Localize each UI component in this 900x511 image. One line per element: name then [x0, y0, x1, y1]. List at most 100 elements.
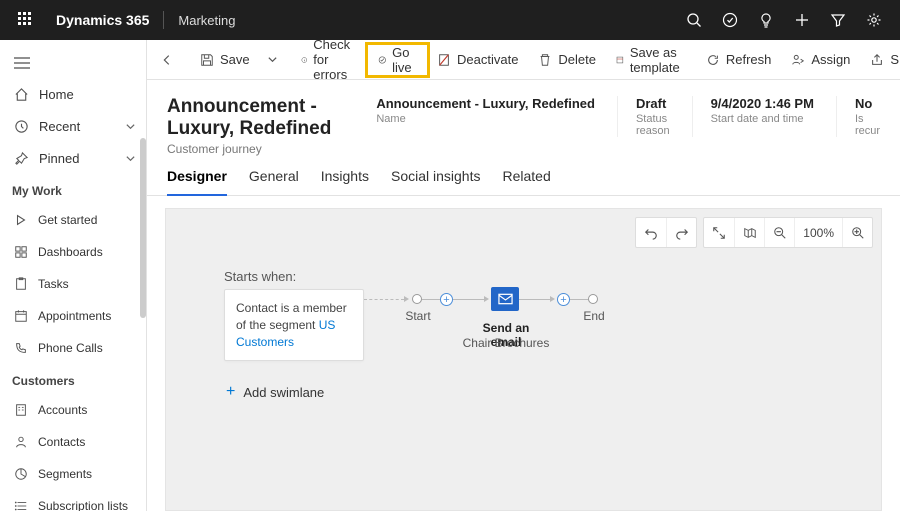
gear-icon [866, 12, 882, 28]
nav-label: Recent [39, 119, 80, 134]
nav-contacts[interactable]: Contacts [0, 426, 146, 458]
nav-label: Appointments [38, 309, 111, 323]
field-value: 9/4/2020 1:46 PM [711, 96, 814, 111]
deactivate-button[interactable]: Deactivate [428, 46, 527, 74]
zoom-level[interactable]: 100% [794, 218, 842, 247]
task-icon [722, 12, 738, 28]
form-tabs: Designer General Insights Social insight… [147, 156, 900, 196]
nav-label: Segments [38, 467, 92, 481]
expand-icon [712, 226, 726, 240]
zoom-in-icon [851, 226, 865, 240]
connector [453, 299, 486, 300]
cmd-label: Go live [392, 45, 417, 75]
assign-icon [791, 53, 805, 67]
hamburger-icon [14, 57, 30, 69]
save-as-template-button[interactable]: Save as template [607, 46, 695, 74]
pin-icon [14, 151, 29, 166]
save-options-button[interactable] [261, 46, 284, 74]
nav-tasks[interactable]: Tasks [0, 268, 146, 300]
nav-dashboards[interactable]: Dashboards [0, 236, 146, 268]
field-value: Announcement - Luxury, Redefined [376, 96, 595, 111]
settings-button[interactable] [858, 0, 890, 40]
search-icon [686, 12, 702, 28]
nav-accounts[interactable]: Accounts [0, 394, 146, 426]
nav-section-customers: Customers [0, 364, 146, 394]
cmd-label: Assign [811, 52, 850, 67]
field-recurring: No Is recur [836, 96, 880, 137]
add-swimlane-button[interactable]: + Add swimlane [226, 384, 324, 400]
map-icon [743, 226, 757, 240]
record-subtitle: Customer journey [167, 142, 352, 156]
fit-button[interactable] [704, 218, 734, 247]
nav-label: Get started [38, 213, 97, 227]
clock-icon [14, 119, 29, 134]
check-errors-button[interactable]: Check for errors [292, 46, 367, 74]
nav-subscription-lists[interactable]: Subscription lists [0, 490, 146, 511]
nav-label: Contacts [38, 435, 85, 449]
tab-general[interactable]: General [249, 168, 299, 195]
end-node[interactable] [588, 294, 598, 304]
nav-pinned[interactable]: Pinned [0, 142, 146, 174]
nav-home[interactable]: Home [0, 78, 146, 110]
journey-canvas[interactable]: 100% Starts when: Contact is a member of… [165, 208, 882, 511]
redo-button[interactable] [666, 218, 696, 247]
cmd-label: Save as template [630, 45, 686, 75]
nav-phone-calls[interactable]: Phone Calls [0, 332, 146, 364]
nav-label: Dashboards [38, 245, 103, 259]
add-node-button[interactable]: + [557, 293, 570, 306]
task-button[interactable] [714, 0, 746, 40]
end-node-label: End [581, 309, 607, 323]
undo-button[interactable] [636, 218, 666, 247]
nav-segments[interactable]: Segments [0, 458, 146, 490]
add-button[interactable] [786, 0, 818, 40]
canvas-toolbar: 100% [635, 217, 873, 248]
start-condition-card[interactable]: Contact is a member of the segment US Cu… [224, 289, 364, 361]
save-button[interactable]: Save [191, 46, 259, 74]
arrowhead-icon [404, 296, 409, 302]
command-bar: Save Check for errors Go live Deactivate… [147, 40, 900, 80]
assign-button[interactable]: Assign [782, 46, 859, 74]
zoom-out-button[interactable] [764, 218, 794, 247]
nav-get-started[interactable]: Get started [0, 204, 146, 236]
zoom-in-button[interactable] [842, 218, 872, 247]
redo-icon [675, 226, 689, 240]
connector [422, 299, 440, 300]
bulb-icon [758, 12, 774, 28]
funnel-icon [830, 12, 846, 28]
nav-section-my-work: My Work [0, 174, 146, 204]
tab-designer[interactable]: Designer [167, 168, 227, 196]
dashboard-icon [14, 245, 28, 259]
nav-label: Tasks [38, 277, 69, 291]
field-label: Status reason [636, 113, 670, 137]
back-button[interactable] [151, 46, 183, 74]
add-node-button[interactable]: + [440, 293, 453, 306]
help-button[interactable] [750, 0, 782, 40]
sidebar-scrollbar[interactable] [140, 138, 146, 318]
nav-recent[interactable]: Recent [0, 110, 146, 142]
back-icon [160, 53, 174, 67]
filter-button[interactable] [822, 0, 854, 40]
nav-label: Accounts [38, 403, 87, 417]
nav-label: Home [39, 87, 74, 102]
plus-icon [794, 12, 810, 28]
share-button[interactable]: Share [861, 46, 900, 74]
tab-related[interactable]: Related [502, 168, 550, 195]
app-launcher-button[interactable] [10, 0, 42, 40]
nav-label: Subscription lists [38, 499, 128, 511]
chevron-down-icon [267, 54, 278, 65]
arrowhead-icon [550, 296, 555, 302]
go-live-button[interactable]: Go live [369, 46, 427, 74]
start-node-label: Start [403, 309, 433, 323]
tab-insights[interactable]: Insights [321, 168, 369, 195]
nav-appointments[interactable]: Appointments [0, 300, 146, 332]
minimap-button[interactable] [734, 218, 764, 247]
start-node[interactable] [412, 294, 422, 304]
send-email-node[interactable] [491, 287, 519, 311]
refresh-button[interactable]: Refresh [697, 46, 781, 74]
tab-social-insights[interactable]: Social insights [391, 168, 481, 195]
waffle-icon [18, 12, 34, 28]
delete-button[interactable]: Delete [529, 46, 605, 74]
hamburger-button[interactable] [14, 57, 30, 69]
search-button[interactable] [678, 0, 710, 40]
share-icon [870, 53, 884, 67]
